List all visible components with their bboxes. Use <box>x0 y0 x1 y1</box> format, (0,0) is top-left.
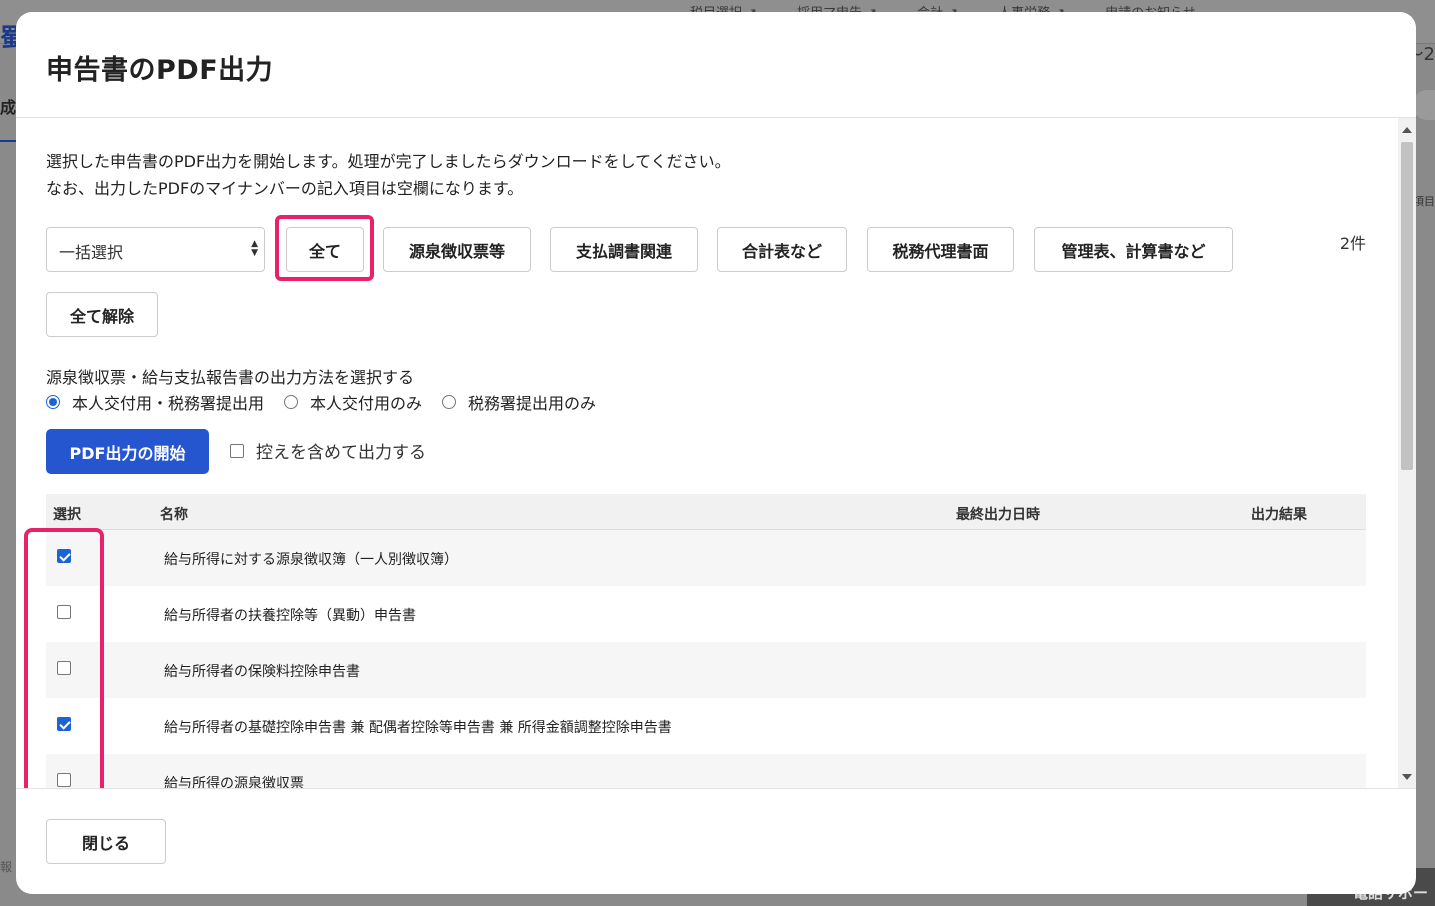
scroll-down-arrow-icon[interactable] <box>1402 774 1412 780</box>
row-name: 給与所得者の保険料控除申告書 <box>164 664 360 680</box>
modal-header: 申告書のPDF出力 <box>16 12 1416 118</box>
background-right-button <box>1413 90 1435 120</box>
include-copy-label[interactable]: 控えを含めて出力する <box>256 438 426 463</box>
header-last-output: 最終出力日時 <box>956 507 1040 523</box>
filter-summary-button[interactable]: 合計表など <box>717 227 847 272</box>
radio-recipient-only-label[interactable]: 本人交付用のみ <box>310 390 422 414</box>
modal-scrollbar[interactable] <box>1398 118 1416 788</box>
table-row[interactable]: 給与所得の源泉徴収票 <box>46 754 1366 788</box>
output-method-radio-group: 本人交付用・税務署提出用 本人交付用のみ 税務署提出用のみ <box>46 390 616 414</box>
table-row[interactable]: 給与所得者の扶養控除等（異動）申告書 <box>46 586 1366 642</box>
header-select: 選択 <box>53 507 81 523</box>
radio-tax-office-only-label[interactable]: 税務署提出用のみ <box>468 390 596 414</box>
radio-recipient-only[interactable] <box>284 395 299 409</box>
bulk-select-value: 一括選択 <box>59 243 124 262</box>
highlight-box-checkboxes <box>24 528 104 788</box>
row-name: 給与所得に対する源泉徴収簿（一人別徴収簿） <box>164 552 458 568</box>
intro-line-1: 選択した申告書のPDF出力を開始します。処理が完了しましたらダウンロードをしてく… <box>46 152 731 171</box>
updown-arrows-icon: ▲ ▼ <box>251 239 258 258</box>
radio-both[interactable] <box>46 395 60 409</box>
scroll-up-arrow-icon[interactable] <box>1402 127 1412 133</box>
result-count: 2件 <box>1339 234 1366 253</box>
modal-title: 申告書のPDF出力 <box>46 55 274 86</box>
row-name: 給与所得者の基礎控除申告書 兼 配偶者控除等申告書 兼 所得金額調整控除申告書 <box>164 720 672 736</box>
header-name: 名称 <box>160 507 188 523</box>
filter-tax-agent-button[interactable]: 税務代理書面 <box>867 227 1014 272</box>
modal-footer: 閉じる <box>16 788 1416 894</box>
table-header: 選択 名称 最終出力日時 出力結果 <box>46 494 1366 530</box>
background-bottom-text: 報 <box>0 860 13 874</box>
output-method-title: 源泉徴収票・給与支払報告書の出力方法を選択する <box>46 368 415 387</box>
row-name: 給与所得の源泉徴収票 <box>164 776 304 788</box>
intro-line-2: なお、出力したPDFのマイナンバーの記入項目は空欄になります。 <box>46 179 524 198</box>
row-name: 給与所得者の扶養控除等（異動）申告書 <box>164 608 416 624</box>
close-button[interactable]: 閉じる <box>46 819 166 864</box>
table-row[interactable]: 給与所得者の基礎控除申告書 兼 配偶者控除等申告書 兼 所得金額調整控除申告書 <box>46 698 1366 754</box>
clear-all-button[interactable]: 全て解除 <box>46 292 158 337</box>
filter-payment-record-button[interactable]: 支払調書関連 <box>550 227 698 272</box>
include-copy-option[interactable]: 控えを含めて出力する <box>230 438 426 463</box>
modal-body[interactable]: 選択した申告書のPDF出力を開始します。処理が完了しましたらダウンロードをしてく… <box>16 118 1416 788</box>
background-right-item: 項目 <box>1413 195 1435 208</box>
filter-management-button[interactable]: 管理表、計算書など <box>1034 227 1233 272</box>
radio-both-label[interactable]: 本人交付用・税務署提出用 <box>72 390 264 414</box>
table-row[interactable]: 給与所得に対する源泉徴収簿（一人別徴収簿） <box>46 530 1366 586</box>
scroll-thumb[interactable] <box>1401 142 1413 470</box>
bulk-select-dropdown[interactable]: 一括選択 ▲ ▼ <box>46 227 265 272</box>
header-result: 出力結果 <box>1251 507 1307 523</box>
start-pdf-output-button[interactable]: PDF出力の開始 <box>46 429 209 474</box>
background-tab-underline <box>0 140 16 142</box>
include-copy-checkbox[interactable] <box>230 443 244 458</box>
pdf-output-modal: 申告書のPDF出力 選択した申告書のPDF出力を開始します。処理が完了しましたら… <box>16 12 1416 894</box>
filter-withholding-button[interactable]: 源泉徴収票等 <box>383 227 531 272</box>
highlight-box-all <box>275 215 374 281</box>
radio-tax-office-only[interactable] <box>442 395 457 409</box>
background-side-tab: 成 <box>0 98 17 117</box>
document-table: 選択 名称 最終出力日時 出力結果 給与所得に対する源泉徴収簿（一人別徴収簿） … <box>46 494 1366 788</box>
table-row[interactable]: 給与所得者の保険料控除申告書 <box>46 642 1366 698</box>
intro-text: 選択した申告書のPDF出力を開始します。処理が完了しましたらダウンロードをしてく… <box>46 148 731 202</box>
